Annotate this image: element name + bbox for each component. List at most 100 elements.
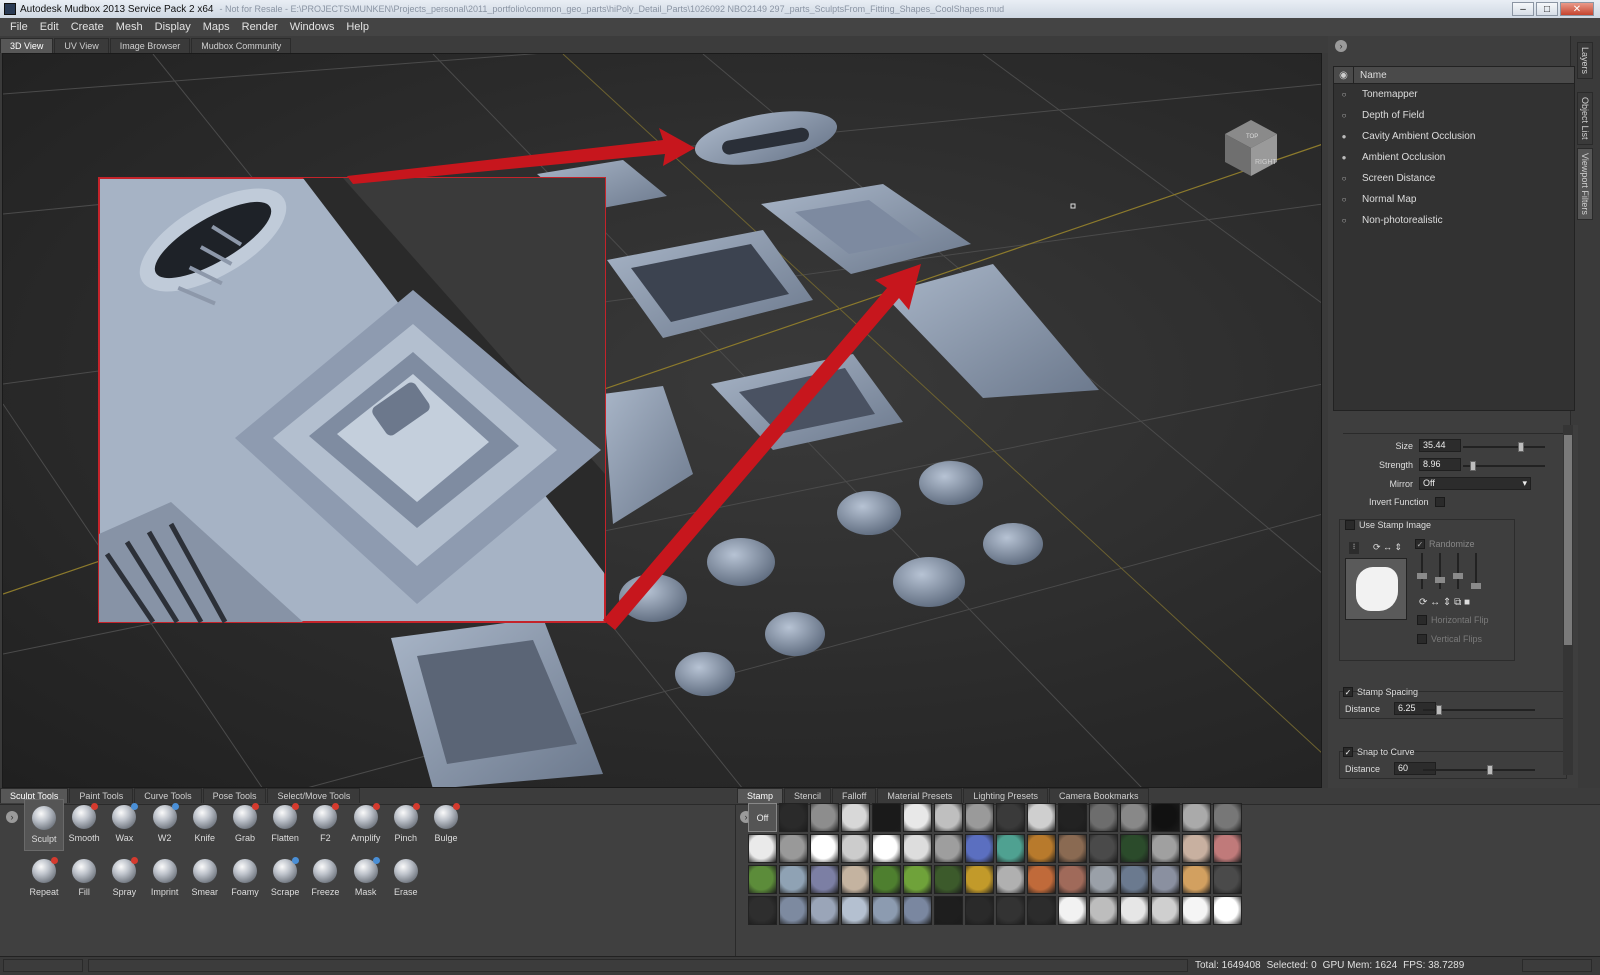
stamp-thumbnail[interactable] <box>1027 803 1056 832</box>
invert-function-checkbox[interactable] <box>1434 497 1445 507</box>
tab-image-browser[interactable]: Image Browser <box>109 38 191 53</box>
stamp-thumbnail[interactable] <box>1058 803 1087 832</box>
stamp-distance-slider-handle[interactable] <box>1436 705 1442 715</box>
filter-toggle-icon[interactable]: ● <box>1334 132 1354 141</box>
stamp-thumbnail[interactable] <box>841 803 870 832</box>
menu-create[interactable]: Create <box>65 21 110 33</box>
stamp-thumbnail[interactable] <box>872 803 901 832</box>
menu-render[interactable]: Render <box>236 21 284 33</box>
filter-toggle-icon[interactable]: ○ <box>1334 174 1354 183</box>
snap-to-curve-checkbox[interactable]: ✓ <box>1343 747 1353 757</box>
close-button[interactable]: ✕ <box>1560 2 1594 16</box>
tab-object-list[interactable]: Object List <box>1577 92 1593 145</box>
stamp-thumbnail[interactable] <box>810 834 839 863</box>
tool-imprint[interactable]: Imprint <box>145 853 185 905</box>
tab-uv-view[interactable]: UV View <box>54 38 109 53</box>
tool-smear[interactable]: Smear <box>185 853 225 905</box>
stamp-thumbnail[interactable] <box>1120 834 1149 863</box>
stamp-thumbnail[interactable] <box>934 865 963 894</box>
stamp-thumbnail[interactable] <box>1182 834 1211 863</box>
menu-maps[interactable]: Maps <box>197 21 236 33</box>
strength-field[interactable]: 8.96 <box>1419 458 1461 471</box>
stamp-thumbnail[interactable] <box>1213 803 1242 832</box>
stamp-thumbnail[interactable] <box>965 896 994 925</box>
stamp-thumbnail[interactable] <box>934 834 963 863</box>
panel-collapse-icon[interactable]: › <box>1335 40 1347 52</box>
stamp-thumbnail[interactable] <box>872 896 901 925</box>
stamp-thumbnail[interactable] <box>965 865 994 894</box>
stamp-distance-slider[interactable] <box>1423 705 1535 715</box>
stamp-path-icon[interactable]: ⁝ <box>1349 542 1359 554</box>
size-slider[interactable] <box>1463 442 1545 452</box>
props-scrollbar[interactable] <box>1563 425 1573 775</box>
tool-scrape[interactable]: Scrape <box>265 853 305 905</box>
tool-mask[interactable]: Mask <box>346 853 386 905</box>
stamp-thumbnail[interactable] <box>841 834 870 863</box>
randomize-sliders[interactable] <box>1417 553 1489 593</box>
tool-erase[interactable]: Erase <box>386 853 426 905</box>
tool-w2[interactable]: W2 <box>145 799 185 851</box>
stamp-preview[interactable] <box>1345 558 1407 620</box>
stamp-spacing-checkbox[interactable]: ✓ <box>1343 687 1353 697</box>
stamp-thumbnail[interactable] <box>841 896 870 925</box>
stamp-thumbnail[interactable] <box>779 865 808 894</box>
menu-display[interactable]: Display <box>149 21 197 33</box>
tool-bulge[interactable]: Bulge <box>426 799 466 851</box>
stamp-thumbnail[interactable] <box>1213 834 1242 863</box>
minimize-button[interactable]: – <box>1512 2 1534 16</box>
stamp-thumbnail[interactable] <box>1089 803 1118 832</box>
stamp-off-button[interactable]: Off <box>748 803 777 832</box>
menu-mesh[interactable]: Mesh <box>110 21 149 33</box>
stamp-thumbnail[interactable] <box>1058 896 1087 925</box>
tab-camera-bookmarks[interactable]: Camera Bookmarks <box>1048 788 1149 803</box>
filter-row-normal-map[interactable]: ○ Normal Map <box>1334 189 1574 210</box>
filter-row-cavity-ao[interactable]: ● Cavity Ambient Occlusion <box>1334 126 1574 147</box>
stamp-thumbnail[interactable] <box>1027 834 1056 863</box>
stamp-thumbnail[interactable] <box>810 865 839 894</box>
stamp-thumbnail[interactable] <box>841 865 870 894</box>
tool-amplify[interactable]: Amplify <box>346 799 386 851</box>
tool-flatten[interactable]: Flatten <box>265 799 305 851</box>
filter-row-non-photorealistic[interactable]: ○ Non-photorealistic <box>1334 210 1574 231</box>
tool-foamy[interactable]: Foamy <box>225 853 265 905</box>
stamp-transform-icons[interactable]: ⟳ ↔ ⇕ <box>1373 542 1402 553</box>
stamp-thumbnail[interactable] <box>1151 834 1180 863</box>
tool-knife[interactable]: Knife <box>185 799 225 851</box>
stamp-thumbnail[interactable] <box>1027 896 1056 925</box>
menu-file[interactable]: File <box>4 21 34 33</box>
tool-smooth[interactable]: Smooth <box>64 799 104 851</box>
stamp-thumbnail[interactable] <box>1120 865 1149 894</box>
stamp-thumbnail[interactable] <box>965 834 994 863</box>
tab-3d-view[interactable]: 3D View <box>0 38 54 53</box>
mirror-dropdown[interactable]: Off ▾ <box>1419 477 1531 490</box>
tab-layers[interactable]: Layers <box>1577 42 1593 80</box>
stamp-thumbnail[interactable] <box>748 896 777 925</box>
menu-edit[interactable]: Edit <box>34 21 65 33</box>
stamp-thumbnail[interactable] <box>748 865 777 894</box>
filter-row-depth-of-field[interactable]: ○ Depth of Field <box>1334 105 1574 126</box>
stamp-thumbnail[interactable] <box>1182 865 1211 894</box>
stamp-thumbnail[interactable] <box>1213 865 1242 894</box>
stamp-thumbnail[interactable] <box>1182 803 1211 832</box>
stamp-thumbnail[interactable] <box>965 803 994 832</box>
tab-stamp[interactable]: Stamp <box>737 788 784 803</box>
filter-toggle-icon[interactable]: ○ <box>1334 90 1354 99</box>
tab-material-presets[interactable]: Material Presets <box>877 788 963 803</box>
snap-distance-slider[interactable] <box>1423 765 1535 775</box>
stamp-thumbnail[interactable] <box>779 896 808 925</box>
stamp-thumbnail[interactable] <box>779 834 808 863</box>
stamp-thumbnail[interactable] <box>872 834 901 863</box>
stamp-thumbnail[interactable] <box>1089 834 1118 863</box>
stamp-thumbnail[interactable] <box>903 803 932 832</box>
tool-pinch[interactable]: Pinch <box>386 799 426 851</box>
tab-viewport-filters[interactable]: Viewport Filters <box>1577 148 1593 220</box>
tool-wax[interactable]: Wax <box>104 799 144 851</box>
tab-stencil[interactable]: Stencil <box>784 788 832 803</box>
tab-mudbox-community[interactable]: Mudbox Community <box>191 38 292 53</box>
filter-toggle-icon[interactable]: ○ <box>1334 216 1354 225</box>
stamp-thumbnail[interactable] <box>934 803 963 832</box>
viewcube-icon[interactable]: RIGHT TOP <box>1225 120 1278 176</box>
stamp-thumbnail[interactable] <box>1213 896 1242 925</box>
filter-row-ambient-occlusion[interactable]: ● Ambient Occlusion <box>1334 147 1574 168</box>
vertical-flips-checkbox[interactable] <box>1417 634 1427 644</box>
